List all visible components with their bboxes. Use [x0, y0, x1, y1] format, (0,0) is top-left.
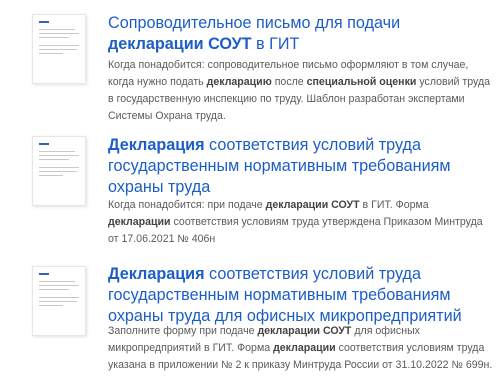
highlighted-term: декларацию	[206, 76, 272, 88]
result-description: Заполните форму при подаче декларации СО…	[108, 323, 493, 374]
result-description: Когда понадобится: при подаче декларации…	[108, 197, 493, 248]
highlighted-term: декларации	[108, 35, 204, 53]
result-description: Когда понадобится: сопроводительное пись…	[108, 57, 493, 125]
highlighted-term: декларации	[265, 199, 329, 211]
highlighted-term: СОУТ	[331, 199, 360, 211]
result-title-link[interactable]: Декларация соответствия условий труда го…	[108, 135, 488, 198]
highlighted-term: декларации	[257, 325, 321, 337]
document-thumbnail-icon[interactable]	[32, 14, 86, 84]
highlighted-term: декларации	[108, 216, 171, 228]
text-segment: Заполните форму при подаче	[108, 325, 258, 337]
document-thumbnail-icon[interactable]	[32, 266, 86, 336]
text-segment: после	[271, 76, 307, 88]
highlighted-term: СОУТ	[322, 325, 352, 337]
result-title-link[interactable]: Декларация соответствия условий труда го…	[108, 264, 488, 327]
text-segment: в ГИТ	[251, 35, 300, 53]
highlighted-term: специальной оценки	[306, 76, 417, 88]
highlighted-term: декларации	[273, 342, 336, 354]
text-segment: Сопроводительное письмо для подачи	[108, 14, 401, 32]
result-title-link[interactable]: Сопроводительное письмо для подачи декла…	[108, 13, 488, 55]
highlighted-term: Декларация	[108, 265, 205, 283]
highlighted-term: Декларация	[108, 136, 205, 154]
text-segment: в ГИТ. Форма	[359, 199, 429, 211]
document-thumbnail-icon[interactable]	[32, 136, 86, 206]
highlighted-term: СОУТ	[208, 35, 252, 53]
text-segment: Когда понадобится: при подаче	[108, 199, 266, 211]
